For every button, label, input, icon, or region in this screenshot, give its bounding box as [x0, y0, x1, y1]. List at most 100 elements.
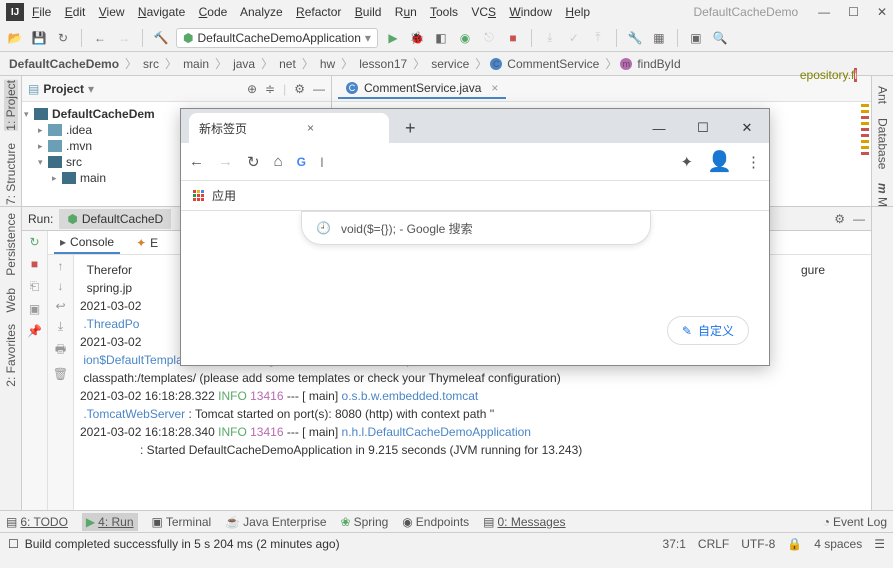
crumb[interactable]: lesson17	[356, 57, 410, 71]
target-icon[interactable]: ⊕	[247, 82, 257, 96]
error-stripe[interactable]	[861, 104, 869, 194]
clear-icon[interactable]: 🗑	[53, 367, 68, 381]
crumb[interactable]: net	[276, 57, 299, 71]
close-tab-icon[interactable]: ×	[307, 121, 314, 135]
git-push-icon[interactable]: ⤒	[589, 29, 607, 47]
exit-icon[interactable]: ⎗	[30, 279, 40, 294]
down-icon[interactable]: ↓	[58, 279, 64, 293]
crumb[interactable]: findById	[634, 57, 683, 71]
menu-edit[interactable]: Edit	[65, 5, 86, 19]
chrome-minimize-icon[interactable]: —	[637, 113, 681, 143]
wrap-icon[interactable]: ↩	[55, 299, 65, 313]
home-icon[interactable]: ⌂	[274, 153, 283, 170]
menu-icon[interactable]: ⋮	[746, 153, 761, 171]
pin-icon[interactable]: 📌	[27, 324, 42, 338]
javaee-tab[interactable]: ☕ Java Enterprise	[225, 515, 326, 529]
expand-icon[interactable]: ≑	[265, 82, 275, 96]
forward-icon[interactable]: →	[115, 29, 133, 47]
messages-tab[interactable]: ▤ 0: Messages	[483, 515, 565, 529]
menu-view[interactable]: View	[99, 5, 125, 19]
close-icon[interactable]: ✕	[877, 5, 887, 19]
debug-icon[interactable]: 🐞	[408, 29, 426, 47]
forward-icon[interactable]: →	[218, 153, 233, 170]
open-icon[interactable]: 📂	[6, 29, 24, 47]
crumb[interactable]: service	[428, 57, 472, 71]
settings-icon[interactable]: 🔧	[626, 29, 644, 47]
mem-icon[interactable]: ☰	[874, 537, 885, 551]
ide-icon[interactable]: ▣	[687, 29, 705, 47]
endpoints-tab[interactable]: ✦E	[130, 233, 164, 253]
menu-analyze[interactable]: Analyze	[240, 5, 283, 19]
readonly-icon[interactable]: 🔒	[787, 537, 802, 551]
tab-web[interactable]: Web	[4, 288, 18, 312]
gear-icon[interactable]: ⚙	[294, 82, 305, 96]
run-tab-bottom[interactable]: ▶ 4: Run	[82, 513, 138, 531]
reload-icon[interactable]: ↻	[247, 153, 260, 171]
apps-label[interactable]: 应用	[212, 187, 236, 204]
minimize-icon[interactable]: —	[818, 5, 830, 19]
stop-icon[interactable]: ■	[504, 29, 522, 47]
up-icon[interactable]: ↑	[58, 259, 64, 273]
back-icon[interactable]: ←	[189, 153, 204, 170]
search-icon[interactable]: 🔍	[711, 29, 729, 47]
menu-file[interactable]: FFileile	[32, 5, 51, 19]
crumb[interactable]: java	[230, 57, 258, 71]
crumb[interactable]: src	[140, 57, 162, 71]
menu-run[interactable]: Run	[395, 5, 417, 19]
print-icon[interactable]: 🖶	[55, 340, 66, 361]
stop-icon[interactable]: ■	[31, 257, 38, 271]
coverage-icon[interactable]: ◧	[432, 29, 450, 47]
attach-icon[interactable]: ⎋	[480, 29, 498, 47]
git-commit-icon[interactable]: ✓	[565, 29, 583, 47]
crumb[interactable]: main	[180, 57, 212, 71]
menu-window[interactable]: Window	[509, 5, 552, 19]
menu-code[interactable]: Code	[199, 5, 228, 19]
todo-tab[interactable]: ▤ 6: TODO	[6, 515, 68, 529]
spring-tab[interactable]: ❀ Spring	[341, 515, 389, 529]
scroll-icon[interactable]: ⤓	[58, 319, 63, 334]
chrome-close-icon[interactable]: ✕	[725, 113, 769, 143]
eventlog-tab[interactable]: ◔ Event Log	[823, 515, 887, 529]
menu-help[interactable]: Help	[565, 5, 590, 19]
structure-icon[interactable]: ▦	[650, 29, 668, 47]
menu-navigate[interactable]: Navigate	[138, 5, 185, 19]
rerun-icon[interactable]: ↻	[29, 235, 39, 249]
menu-refactor[interactable]: Refactor	[296, 5, 341, 19]
layout-icon[interactable]: ▣	[29, 302, 40, 316]
crumb[interactable]: CommentService	[504, 57, 602, 71]
tab-favorites[interactable]: 2: Favorites	[4, 324, 18, 387]
encoding[interactable]: UTF-8	[741, 537, 775, 551]
menu-tools[interactable]: Tools	[430, 5, 458, 19]
close-tab-icon[interactable]: ×	[491, 81, 498, 95]
editor-tab[interactable]: C CommentService.java ×	[338, 79, 506, 99]
tab-persistence[interactable]: Persistence	[4, 213, 18, 276]
chrome-maximize-icon[interactable]: ☐	[681, 113, 725, 143]
refresh-icon[interactable]: ↻	[54, 29, 72, 47]
apps-icon[interactable]	[193, 190, 204, 201]
save-icon[interactable]: 💾	[30, 29, 48, 47]
run-tab[interactable]: ⬢DefaultCacheD	[59, 209, 171, 229]
hide-icon[interactable]: —	[853, 212, 865, 226]
chrome-tab[interactable]: 新标签页 ×	[189, 113, 389, 143]
menu-vcs[interactable]: VCS	[471, 5, 496, 19]
console-tab[interactable]: ▸Console	[54, 232, 120, 254]
search-suggestion[interactable]: 🕘 void($={}); - Google 搜索	[301, 211, 651, 245]
terminal-tab[interactable]: ▣ Terminal	[152, 515, 212, 529]
git-pull-icon[interactable]: ⤓	[541, 29, 559, 47]
build-icon[interactable]: 🔨	[152, 29, 170, 47]
tab-ant[interactable]: Ant	[876, 86, 890, 104]
extensions-icon[interactable]: ✦	[681, 153, 694, 171]
maximize-icon[interactable]: ☐	[848, 5, 859, 19]
address-bar[interactable]	[320, 148, 667, 176]
caret-pos[interactable]: 37:1	[663, 537, 686, 551]
indent[interactable]: 4 spaces	[814, 537, 862, 551]
profile-icon[interactable]: 👤	[707, 149, 732, 174]
run-config-dropdown[interactable]: ⬢ DefaultCacheDemoApplication ▾	[176, 28, 378, 48]
gear-icon[interactable]: ⚙	[834, 212, 845, 226]
menu-build[interactable]: Build	[355, 5, 382, 19]
back-icon[interactable]: ←	[91, 29, 109, 47]
tab-database[interactable]: Database	[876, 118, 890, 169]
profile-icon[interactable]: ◉	[456, 29, 474, 47]
endpoints-tab-bottom[interactable]: ◉ Endpoints	[402, 515, 469, 529]
tab-structure[interactable]: 7: Structure	[4, 143, 18, 205]
